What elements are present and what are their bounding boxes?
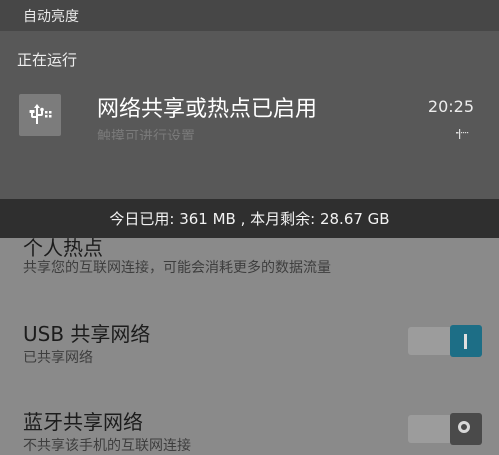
toggle-on-indicator-icon <box>464 334 467 349</box>
toggle-knob <box>450 325 482 357</box>
notification-subtitle: 触摸可进行设置 <box>97 129 195 140</box>
auto-brightness-label[interactable]: 自动亮度 <box>23 6 79 26</box>
toggle-off-indicator-icon <box>458 421 470 433</box>
setting-title: USB 共享网络 <box>23 322 151 346</box>
setting-title: 蓝牙共享网络 <box>23 410 143 434</box>
brightness-row[interactable]: 自动亮度 <box>0 0 499 31</box>
setting-description: 不共享该手机的互联网连接 <box>23 438 191 454</box>
setting-description: 共享您的互联网连接，可能会消耗更多的数据流量 <box>23 260 331 276</box>
setting-description: 已共享网络 <box>23 350 93 366</box>
running-section-header: 正在运行 <box>17 51 78 69</box>
data-usage-bar[interactable]: 今日已用: 361 MB , 本月剩余: 28.67 GB <box>0 199 499 238</box>
tethering-notification[interactable]: 网络共享或热点已启用 触摸可进行设置 20:25 <box>0 78 499 140</box>
data-usage-text: 今日已用: 361 MB , 本月剩余: 28.67 GB <box>109 210 390 228</box>
usb-tethering-toggle[interactable] <box>408 325 482 357</box>
bluetooth-tethering-toggle[interactable] <box>408 413 482 445</box>
setting-bluetooth-tethering[interactable]: 蓝牙共享网络 不共享该手机的互联网连接 <box>0 398 499 454</box>
usb-small-icon <box>455 124 469 143</box>
notification-title: 网络共享或热点已启用 <box>97 97 318 122</box>
setting-usb-tethering[interactable]: USB 共享网络 已共享网络 <box>0 310 499 370</box>
notification-time: 20:25 <box>427 97 474 116</box>
usb-icon <box>19 94 61 136</box>
toggle-knob <box>450 413 482 445</box>
notification-shade: 自动亮度 正在运行 网络共享或热点已启用 触摸可进行设置 20:25 <box>0 0 499 199</box>
